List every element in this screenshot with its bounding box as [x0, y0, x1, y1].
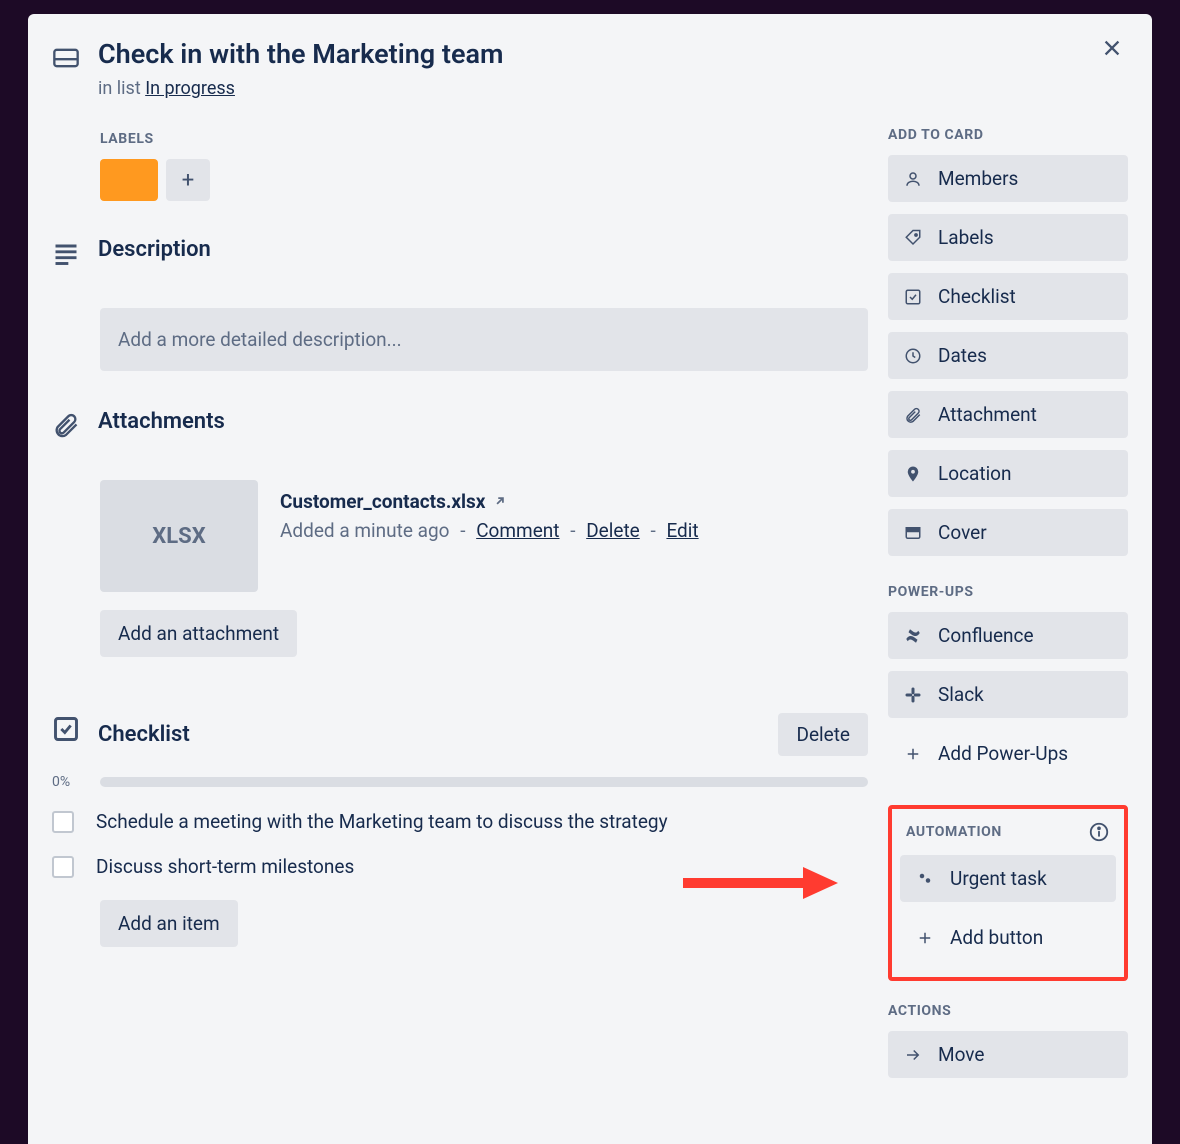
attachment-item: XLSX Customer_contacts.xlsx Added a minu…	[100, 480, 868, 592]
checklist-section: Checklist Delete	[52, 713, 868, 756]
checklist-item-label[interactable]: Schedule a meeting with the Marketing te…	[96, 810, 668, 833]
add-checklist-item-button[interactable]: Add an item	[100, 900, 238, 947]
labels-heading: LABELS	[100, 131, 868, 147]
plus-icon	[902, 743, 924, 765]
checklist-button[interactable]: Checklist	[888, 273, 1128, 320]
attachment-comment-link[interactable]: Comment	[476, 519, 559, 542]
attachment-thumbnail[interactable]: XLSX	[100, 480, 258, 592]
description-icon	[52, 239, 80, 278]
checklist-title: Checklist	[98, 722, 190, 747]
checklist-delete-button[interactable]: Delete	[778, 713, 868, 756]
slack-button[interactable]: Slack	[888, 671, 1128, 718]
checklist-item-label[interactable]: Discuss short-term milestones	[96, 855, 354, 878]
checklist-item: Discuss short-term milestones	[52, 855, 868, 878]
clock-icon	[902, 345, 924, 367]
tag-icon	[902, 227, 924, 249]
attachment-icon	[52, 411, 80, 450]
checklist-item: Schedule a meeting with the Marketing te…	[52, 810, 868, 833]
description-title: Description	[98, 237, 868, 262]
actions-heading: ACTIONS	[888, 1003, 1128, 1019]
powerups-heading: POWER-UPS	[888, 584, 1128, 600]
attachments-section: Attachments	[52, 409, 868, 450]
attachment-edit-link[interactable]: Edit	[666, 519, 698, 542]
attachment-actions: Added a minute ago - Comment - Delete - …	[280, 519, 699, 542]
card-header: Check in with the Marketing team in list…	[52, 38, 1128, 99]
add-automation-button[interactable]: Add button	[900, 914, 1116, 961]
checklist-progress: 0%	[52, 774, 868, 790]
checklist-icon	[52, 715, 80, 756]
external-link-icon	[493, 490, 507, 513]
location-button[interactable]: Location	[888, 450, 1128, 497]
cover-icon	[902, 522, 924, 544]
slack-icon	[902, 684, 924, 706]
labels-row: +	[100, 159, 868, 201]
list-link[interactable]: In progress	[145, 78, 235, 99]
automation-heading: AUTOMATION	[906, 824, 1002, 840]
paperclip-icon	[902, 404, 924, 426]
checkbox[interactable]	[52, 856, 74, 878]
progress-percent: 0%	[52, 774, 86, 790]
card-title[interactable]: Check in with the Marketing team	[98, 38, 503, 70]
plus-icon	[914, 927, 936, 949]
automation-highlight-box: AUTOMATION Urgent task Add button	[888, 805, 1128, 981]
progress-bar	[100, 777, 868, 787]
members-button[interactable]: Members	[888, 155, 1128, 202]
add-to-card-heading: ADD TO CARD	[888, 127, 1128, 143]
checkbox[interactable]	[52, 811, 74, 833]
label-chip-orange[interactable]	[100, 159, 158, 201]
person-icon	[902, 168, 924, 190]
check-square-icon	[902, 286, 924, 308]
urgent-task-button[interactable]: Urgent task	[900, 855, 1116, 902]
description-section: Description	[52, 237, 868, 278]
cover-button[interactable]: Cover	[888, 509, 1128, 556]
info-icon[interactable]	[1088, 821, 1110, 843]
add-powerups-button[interactable]: Add Power-Ups	[888, 730, 1128, 777]
confluence-button[interactable]: Confluence	[888, 612, 1128, 659]
gears-icon	[914, 868, 936, 890]
plus-icon: +	[182, 168, 194, 193]
add-label-button[interactable]: +	[166, 159, 210, 201]
attachments-title: Attachments	[98, 409, 868, 434]
add-attachment-button[interactable]: Add an attachment	[100, 610, 297, 657]
card-modal: Check in with the Marketing team in list…	[28, 14, 1152, 1144]
close-icon	[1101, 37, 1123, 63]
move-button[interactable]: Move	[888, 1031, 1128, 1078]
dates-button[interactable]: Dates	[888, 332, 1128, 379]
confluence-icon	[902, 625, 924, 647]
location-icon	[902, 463, 924, 485]
attachment-delete-link[interactable]: Delete	[586, 519, 640, 542]
close-button[interactable]	[1094, 32, 1130, 68]
attachment-name[interactable]: Customer_contacts.xlsx	[280, 490, 507, 513]
main-column: LABELS + Description Add a more detailed…	[52, 127, 868, 1106]
description-input[interactable]: Add a more detailed description...	[100, 308, 868, 371]
labels-button[interactable]: Labels	[888, 214, 1128, 261]
arrow-right-icon	[902, 1044, 924, 1066]
card-icon	[52, 44, 80, 76]
sidebar: ADD TO CARD Members Labels Checklist Dat…	[888, 127, 1128, 1106]
card-list-location: in list In progress	[98, 78, 503, 99]
attachment-button[interactable]: Attachment	[888, 391, 1128, 438]
